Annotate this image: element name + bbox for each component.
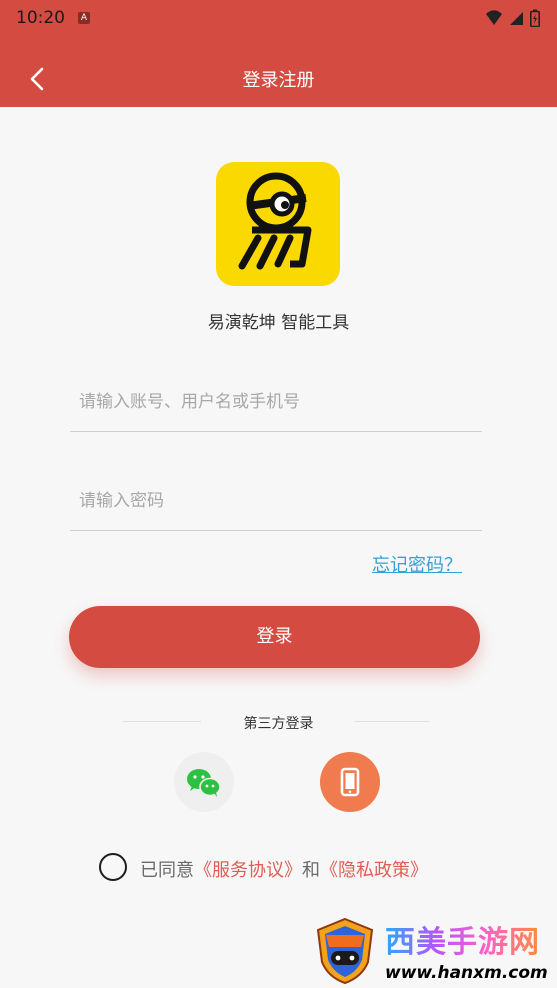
wifi-icon (486, 10, 502, 25)
signal-icon (510, 12, 523, 25)
shield-logo-icon (316, 917, 374, 985)
app-logo (216, 162, 340, 286)
phone-login-button[interactable] (320, 752, 380, 812)
password-field (70, 471, 482, 531)
account-field (70, 372, 482, 432)
agreement-prefix: 已同意 (140, 860, 194, 881)
notification-icon: A (78, 12, 90, 24)
agreement-radio[interactable] (99, 853, 127, 881)
watermark-url: www.hanxm.com (385, 963, 548, 983)
divider-right (354, 721, 430, 722)
third-party-label: 第三方登录 (243, 716, 314, 732)
wechat-icon (187, 769, 221, 797)
watermark-title: 西美手游网 (385, 925, 540, 960)
status-icons (485, 9, 540, 27)
watermark: 西美手游网 www.hanxm.com (312, 917, 552, 985)
app-logo-icon (238, 172, 312, 270)
login-button[interactable]: 登录 (69, 606, 480, 668)
app-name: 易演乾坤 智能工具 (207, 313, 350, 333)
account-input[interactable] (70, 372, 482, 431)
password-input[interactable] (70, 471, 482, 530)
wechat-login-button[interactable] (174, 752, 234, 812)
privacy-link[interactable]: 《隐私政策》 (320, 860, 428, 881)
status-time: 10:20 (16, 8, 65, 28)
terms-link[interactable]: 《服务协议》 (194, 860, 302, 881)
agreement-text: 已同意《服务协议》和《隐私政策》 (140, 856, 428, 882)
app-header: 10:20 A 登录注册 (0, 0, 557, 107)
phone-icon (340, 767, 360, 797)
forgot-password-link[interactable]: 忘记密码？ (372, 551, 462, 577)
agreement-connector: 和 (302, 860, 320, 881)
page-title: 登录注册 (242, 70, 315, 91)
battery-icon (530, 9, 540, 27)
